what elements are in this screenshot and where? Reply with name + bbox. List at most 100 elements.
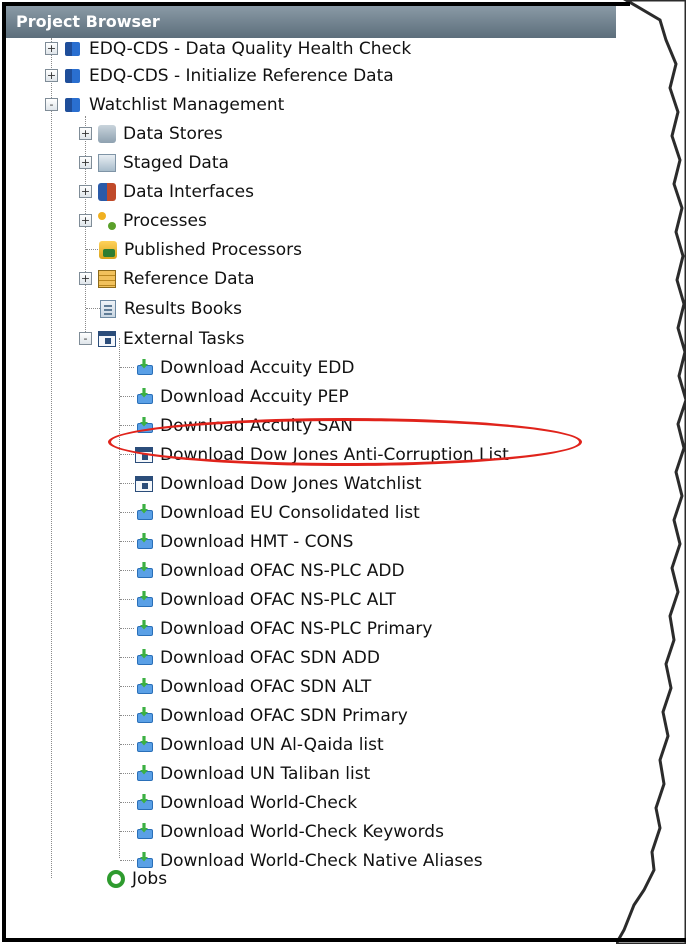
- task-label: Download OFAC SDN ADD: [160, 647, 380, 668]
- project-tree: + EDQ-CDS - Data Quality Health Check + …: [6, 38, 638, 898]
- tree-item-label: Processes: [123, 210, 207, 231]
- task-label: Download Dow Jones Anti-Corruption List: [160, 444, 509, 465]
- download-task-icon: [134, 619, 154, 639]
- tree-item-edq-cds-initialize-ref[interactable]: + EDQ-CDS - Initialize Reference Data: [45, 61, 394, 90]
- task-label: Download OFAC SDN ALT: [160, 676, 372, 697]
- expand-toggle-icon[interactable]: +: [79, 185, 92, 198]
- task-download-ofac-ns-plc-primary[interactable]: Download OFAC NS-PLC Primary: [134, 614, 432, 643]
- external-tasks-icon: [97, 329, 117, 349]
- download-task-icon: [134, 735, 154, 755]
- task-download-accuity-san[interactable]: Download Accuity SAN: [134, 411, 353, 440]
- expand-toggle-icon[interactable]: +: [45, 42, 58, 55]
- external-task-icon: [134, 474, 154, 494]
- expand-toggle-icon[interactable]: +: [45, 69, 58, 82]
- task-label: Download OFAC NS-PLC ALT: [160, 589, 396, 610]
- task-label: Download UN Taliban list: [160, 763, 371, 784]
- collapse-toggle-icon[interactable]: -: [79, 332, 92, 345]
- task-download-hmt-cons[interactable]: Download HMT - CONS: [134, 527, 353, 556]
- tree-item-label: EDQ-CDS - Data Quality Health Check: [89, 38, 412, 59]
- task-label: Download OFAC NS-PLC Primary: [160, 618, 433, 639]
- tree-item-label: Watchlist Management: [89, 94, 285, 115]
- download-task-icon: [134, 358, 154, 378]
- tree-item-label: Data Interfaces: [123, 181, 254, 202]
- tree-item-processes[interactable]: + Processes: [79, 206, 207, 235]
- tree-item-watchlist-management[interactable]: - Watchlist Management: [45, 90, 284, 119]
- project-icon: [63, 95, 83, 115]
- external-task-icon: [134, 445, 154, 465]
- tree-item-label: External Tasks: [123, 328, 245, 349]
- task-label: Download HMT - CONS: [160, 531, 354, 552]
- task-download-ofac-sdn-primary[interactable]: Download OFAC SDN Primary: [134, 701, 408, 730]
- tree-item-label: Published Processors: [124, 239, 302, 260]
- tree-item-published-processors[interactable]: Published Processors: [98, 235, 302, 264]
- task-download-ofac-ns-plc-add[interactable]: Download OFAC NS-PLC ADD: [134, 556, 405, 585]
- expand-toggle-icon[interactable]: +: [79, 272, 92, 285]
- tree-item-external-tasks[interactable]: - External Tasks: [79, 324, 244, 353]
- frame-border-top: [2, 2, 630, 6]
- task-label: Download Dow Jones Watchlist: [160, 473, 422, 494]
- task-label: Download Accuity SAN: [160, 415, 354, 436]
- project-icon: [63, 66, 83, 86]
- expand-toggle-icon[interactable]: +: [79, 156, 92, 169]
- tree-item-results-books[interactable]: Results Books: [98, 294, 242, 323]
- jobs-icon: [106, 869, 126, 889]
- task-label: Download Accuity EDD: [160, 357, 355, 378]
- staged-data-icon: [97, 153, 117, 173]
- task-download-dow-jones-anti-corruption[interactable]: Download Dow Jones Anti-Corruption List: [134, 440, 509, 469]
- data-stores-icon: [97, 124, 117, 144]
- task-download-ofac-sdn-alt[interactable]: Download OFAC SDN ALT: [134, 672, 371, 701]
- task-download-world-check[interactable]: Download World-Check: [134, 788, 357, 817]
- download-task-icon: [134, 764, 154, 784]
- download-task-icon: [134, 793, 154, 813]
- task-download-dow-jones-watchlist[interactable]: Download Dow Jones Watchlist: [134, 469, 422, 498]
- tree-item-jobs[interactable]: Jobs: [106, 864, 167, 893]
- expand-toggle-icon[interactable]: +: [79, 127, 92, 140]
- frame-border-left: [2, 2, 6, 940]
- task-label: Download World-Check Keywords: [160, 821, 444, 842]
- collapse-toggle-icon[interactable]: -: [45, 98, 58, 111]
- task-download-accuity-edd[interactable]: Download Accuity EDD: [134, 353, 354, 382]
- download-task-icon: [134, 706, 154, 726]
- download-task-icon: [134, 561, 154, 581]
- task-download-ofac-sdn-add[interactable]: Download OFAC SDN ADD: [134, 643, 380, 672]
- tree-item-label: Data Stores: [123, 123, 223, 144]
- project-tree-panel[interactable]: + EDQ-CDS - Data Quality Health Check + …: [6, 38, 638, 898]
- project-browser-window: Project Browser + EDQ-CDS - Data Quality…: [0, 0, 686, 944]
- download-task-icon: [134, 416, 154, 436]
- task-label: Download OFAC SDN Primary: [160, 705, 408, 726]
- tree-item-staged-data[interactable]: + Staged Data: [79, 148, 229, 177]
- download-task-icon: [134, 532, 154, 552]
- task-download-world-check-native-aliases[interactable]: Download World-Check Native Aliases: [134, 846, 483, 875]
- tree-item-data-interfaces[interactable]: + Data Interfaces: [79, 177, 254, 206]
- task-download-world-check-keywords[interactable]: Download World-Check Keywords: [134, 817, 444, 846]
- tree-item-label: EDQ-CDS - Initialize Reference Data: [89, 65, 394, 86]
- processes-icon: [97, 211, 117, 231]
- task-download-un-taliban[interactable]: Download UN Taliban list: [134, 759, 370, 788]
- torn-edge-decoration: [616, 0, 686, 944]
- task-label: Download EU Consolidated list: [160, 502, 420, 523]
- tree-item-label: Jobs: [132, 868, 168, 889]
- download-task-icon: [134, 387, 154, 407]
- data-interfaces-icon: [97, 182, 117, 202]
- download-task-icon: [134, 648, 154, 668]
- download-task-icon: [134, 822, 154, 842]
- tree-item-label: Results Books: [124, 298, 242, 319]
- tree-item-edq-cds-health-check[interactable]: + EDQ-CDS - Data Quality Health Check: [45, 34, 411, 63]
- task-download-un-al-qaida[interactable]: Download UN Al-Qaida list: [134, 730, 384, 759]
- tree-item-data-stores[interactable]: + Data Stores: [79, 119, 223, 148]
- published-processors-icon: [98, 240, 118, 260]
- task-label: Download World-Check Native Aliases: [160, 850, 483, 871]
- tree-item-label: Reference Data: [123, 268, 255, 289]
- reference-data-icon: [97, 269, 117, 289]
- task-label: Download World-Check: [160, 792, 358, 813]
- frame-border-bottom: [2, 938, 686, 942]
- expand-toggle-icon[interactable]: +: [79, 214, 92, 227]
- task-label: Download OFAC NS-PLC ADD: [160, 560, 405, 581]
- task-download-ofac-ns-plc-alt[interactable]: Download OFAC NS-PLC ALT: [134, 585, 396, 614]
- task-download-eu-consolidated[interactable]: Download EU Consolidated list: [134, 498, 420, 527]
- tree-item-label: Staged Data: [123, 152, 229, 173]
- download-task-icon: [134, 590, 154, 610]
- task-label: Download Accuity PEP: [160, 386, 349, 407]
- task-download-accuity-pep[interactable]: Download Accuity PEP: [134, 382, 349, 411]
- tree-item-reference-data[interactable]: + Reference Data: [79, 264, 255, 293]
